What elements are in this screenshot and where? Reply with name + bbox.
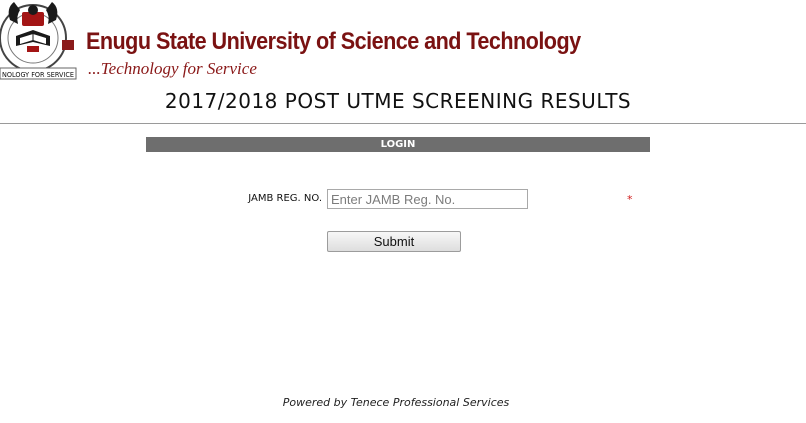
university-crest-icon: NOLOGY FOR SERVICE [0,2,77,80]
jamb-reg-label: JAMB REG. NO. [248,193,322,204]
submit-button[interactable]: Submit [327,231,461,252]
powered-by-footer: Powered by Tenece Professional Services [282,396,510,409]
login-section-title: LOGIN [146,137,650,152]
jamb-reg-input[interactable] [327,189,528,209]
page-title: 2017/2018 POST UTME SCREENING RESULTS [164,89,632,113]
logo-ring-text: NOLOGY FOR SERVICE [2,71,74,79]
university-motto: ...Technology for Service [88,59,257,78]
required-indicator: * [627,193,633,206]
header-divider [0,123,806,124]
university-name: Enugu State University of Science and Te… [86,28,581,55]
